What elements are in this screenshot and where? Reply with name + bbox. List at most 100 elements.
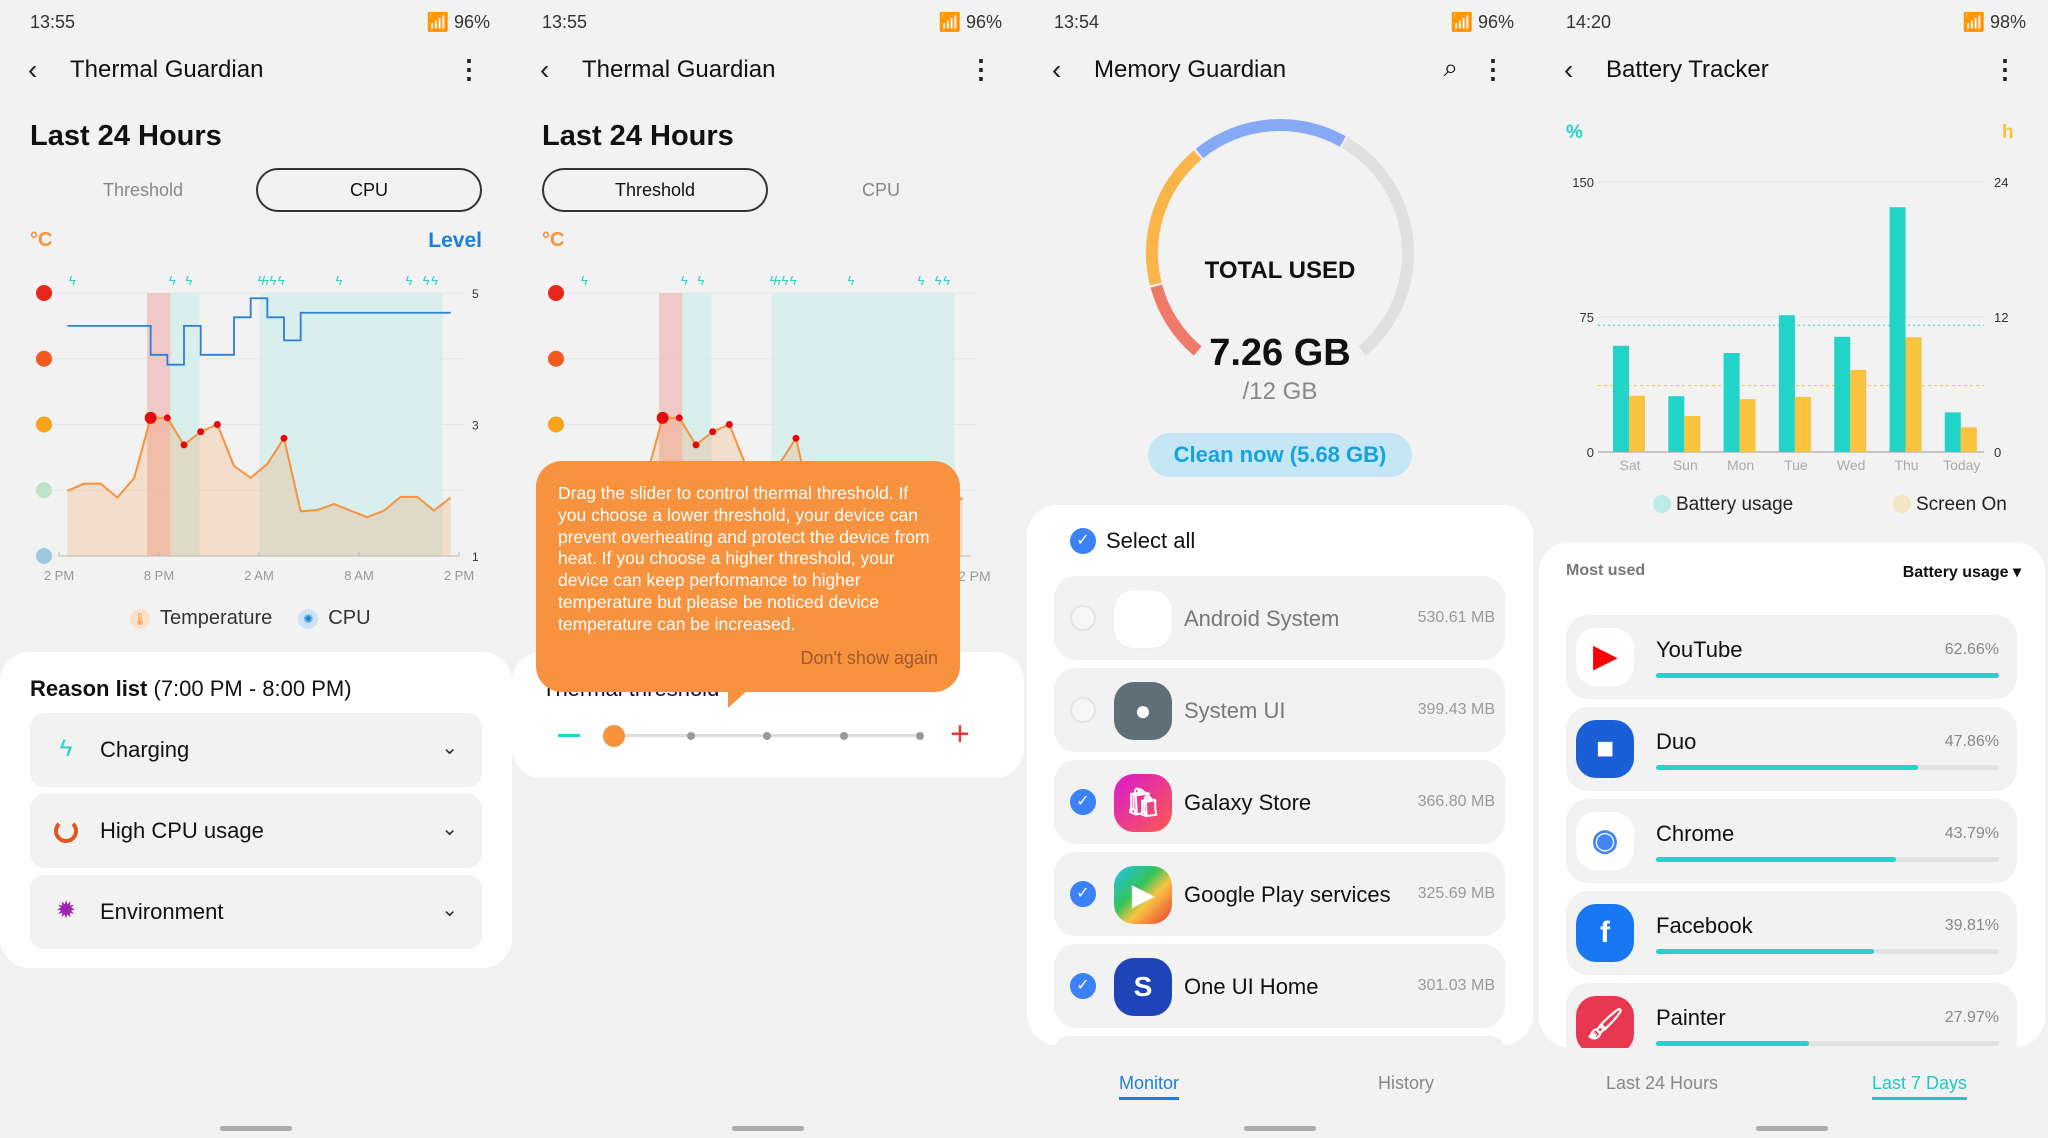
home-indicator[interactable] xyxy=(1756,1126,1828,1131)
page-heading: Last 24 Hours xyxy=(30,120,222,152)
total-memory: /12 GB xyxy=(1242,378,1318,405)
tab-threshold[interactable]: Threshold xyxy=(30,168,256,212)
usage-bar xyxy=(1656,949,1999,954)
app-row[interactable]: ✓ S One UI Home 301.03 MB xyxy=(1054,944,1505,1028)
app-icon: ▶ xyxy=(1114,866,1172,924)
slider-step[interactable] xyxy=(916,732,924,740)
status-bar: 13:55 📶 96% xyxy=(542,12,1002,34)
dont-show-again-link[interactable]: Don't show again xyxy=(800,648,938,670)
app-usage-row[interactable]: ▶ YouTube 62.66% xyxy=(1566,615,2017,699)
app-name: Android System xyxy=(1184,606,1340,631)
home-indicator[interactable] xyxy=(732,1126,804,1131)
charging-bolt-icon: ϟ xyxy=(790,273,797,288)
slider-step[interactable] xyxy=(763,732,771,740)
reason-item-environment[interactable]: ✹ Environment ⌄ xyxy=(30,875,482,949)
app-row[interactable]: ● System UI 399.43 MB xyxy=(1054,668,1505,752)
screen-on-bar xyxy=(1905,337,1922,452)
y-left-tick: 75 xyxy=(1580,310,1594,325)
charging-bolt-icon: ϟ xyxy=(698,273,705,288)
checkbox[interactable] xyxy=(1070,697,1096,723)
tab-last-24-hours[interactable]: Last 24 Hours xyxy=(1606,1073,1718,1094)
app-icon: f xyxy=(1576,904,1634,962)
clean-now-button[interactable]: Clean now (5.68 GB) xyxy=(1148,433,1412,477)
tab-last-7-days[interactable]: Last 7 Days xyxy=(1872,1073,1968,1100)
app-row[interactable]: ⚙ Android System 530.61 MB xyxy=(1054,576,1505,660)
app-usage-percent: 47.86% xyxy=(1944,733,1999,750)
back-icon[interactable]: ‹ xyxy=(28,56,37,84)
tab-cpu[interactable]: CPU xyxy=(256,168,482,212)
tab-threshold[interactable]: Threshold xyxy=(542,168,768,212)
home-indicator[interactable] xyxy=(220,1126,292,1131)
decrease-button[interactable] xyxy=(558,734,580,737)
thermal-cpu-chart: ϟ ϟ ϟ ϟϟ ϟ ϟ ϟ ϟ ϟ ϟ5312 PM 8 PM 2 AM 8 AM 2 PM xyxy=(36,273,479,583)
tab-history[interactable]: History xyxy=(1378,1073,1434,1094)
back-icon[interactable]: ‹ xyxy=(540,56,549,84)
overheat-point xyxy=(280,434,288,442)
reason-item-high-cpu[interactable]: High CPU usage ⌄ xyxy=(30,794,482,868)
app-memory-size: 399.43 MB xyxy=(1417,701,1495,718)
check-icon: ✓ xyxy=(1070,528,1096,554)
charging-bolt-icon: ϟ xyxy=(848,273,855,288)
battery-bar-chart: % h 0 0 75 12 150 24 Sat Sun Mon Tue Wed Thu Today Batt… xyxy=(1566,122,2014,515)
charging-bolt-icon: ϟ xyxy=(431,273,438,288)
search-icon[interactable]: ⌕ xyxy=(1443,52,1458,84)
reason-item-charging[interactable]: ϟ Charging ⌄ xyxy=(30,713,482,787)
battery-usage-bar xyxy=(1778,315,1795,452)
total-used-label: TOTAL USED xyxy=(1204,257,1356,284)
threshold-tooltip: Drag the slider to control thermal thres… xyxy=(536,461,960,692)
cool-face-icon xyxy=(36,548,52,564)
battery-usage-bar xyxy=(1834,336,1851,452)
x-tick-label: 2 PM xyxy=(44,568,74,583)
app-usage-row[interactable]: ◉ Chrome 43.79% xyxy=(1566,799,2017,883)
tab-cpu[interactable]: CPU xyxy=(768,168,994,212)
checkbox[interactable] xyxy=(1070,605,1096,631)
left-unit-label: % xyxy=(1566,122,1583,143)
screen-on-bar xyxy=(1739,399,1756,452)
overheat-point xyxy=(180,441,188,449)
slider-thumb[interactable] xyxy=(603,725,625,747)
checkbox[interactable]: ✓ xyxy=(1070,881,1096,907)
app-name: Duo xyxy=(1656,729,1697,754)
back-icon[interactable]: ‹ xyxy=(1052,56,1061,84)
app-icon: ■ xyxy=(1576,720,1634,778)
increase-button[interactable]: + xyxy=(950,714,970,754)
app-memory-size: 366.80 MB xyxy=(1417,793,1495,810)
clock: 13:55 xyxy=(30,12,76,32)
overheat-point xyxy=(709,428,717,436)
app-name: One UI Home xyxy=(1184,974,1319,999)
charging-bolt-icon: ϟ xyxy=(278,273,285,288)
select-all-label: Select all xyxy=(1106,528,1196,553)
charging-bolt-icon: ϟ xyxy=(69,273,76,288)
app-name: Painter xyxy=(1656,1005,1726,1030)
app-usage-row[interactable]: f Facebook 39.81% xyxy=(1566,891,2017,975)
more-options-icon[interactable]: ⋮ xyxy=(1480,54,1506,85)
thermal-cpu-screen: 13:55 📶 96% ‹ Thermal Guardian ⋮ Last 24 … xyxy=(0,0,512,1138)
app-icon: ◉ xyxy=(1576,812,1634,870)
app-name: Chrome xyxy=(1656,821,1735,846)
app-usage-row[interactable]: ■ Duo 47.86% xyxy=(1566,707,2017,791)
dropdown-arrow-icon: ▾ xyxy=(2012,564,2021,581)
app-usage-percent: 62.66% xyxy=(1944,641,1999,658)
overheat-point xyxy=(792,434,800,442)
more-options-icon[interactable]: ⋮ xyxy=(456,54,482,85)
tab-monitor[interactable]: Monitor xyxy=(1119,1073,1180,1100)
very-hot-face-icon xyxy=(36,285,52,301)
app-icon: ⚙ xyxy=(1114,590,1172,648)
checkbox[interactable]: ✓ xyxy=(1070,789,1096,815)
app-row[interactable]: ✓ ▶ Google Play services 325.69 MB xyxy=(1054,852,1505,936)
sort-dropdown[interactable]: Battery usage ▾ xyxy=(1903,562,2021,582)
home-indicator[interactable] xyxy=(1244,1126,1316,1131)
reason-time-range: (7:00 PM - 8:00 PM) xyxy=(153,676,352,701)
slider-step[interactable] xyxy=(839,732,848,740)
back-icon[interactable]: ‹ xyxy=(1564,56,1573,84)
select-all-checkbox[interactable]: ✓ Select all xyxy=(1070,528,1195,554)
slider-step[interactable] xyxy=(686,732,695,740)
charging-bolt-icon: ϟ xyxy=(918,273,925,288)
checkbox[interactable]: ✓ xyxy=(1070,973,1096,999)
status-bar: 13:54 📶 96% xyxy=(1054,12,1514,34)
app-row[interactable]: ✓ 🛍 Galaxy Store 366.80 MB xyxy=(1054,760,1505,844)
more-options-icon[interactable]: ⋮ xyxy=(1992,54,2018,85)
bottom-nav xyxy=(1024,1048,1536,1138)
overheat-point xyxy=(197,428,205,436)
more-options-icon[interactable]: ⋮ xyxy=(968,54,994,85)
